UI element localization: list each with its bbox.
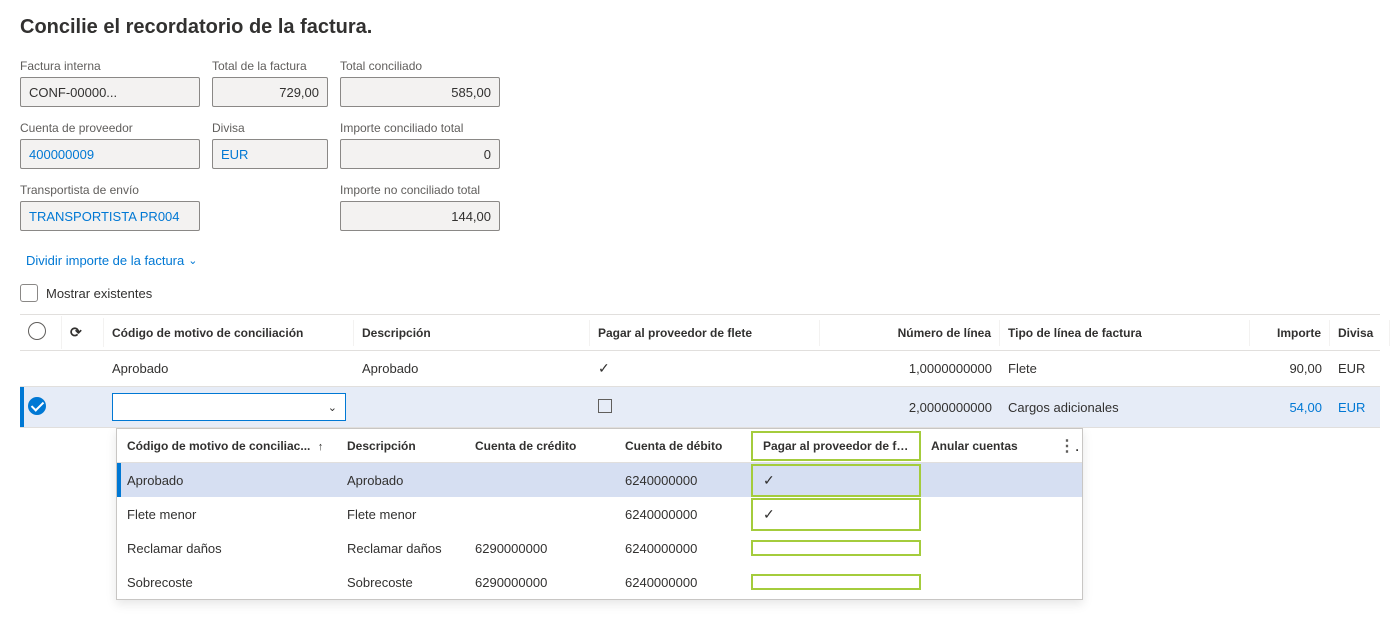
carrier-label: Transportista de envío [20, 183, 200, 197]
popup-col-pay-freight[interactable]: Pagar al proveedor de flete [751, 431, 921, 461]
popup-cell-debit: 6240000000 [615, 501, 751, 528]
col-amount[interactable]: Importe [1250, 320, 1330, 346]
cell-line-number: 1,0000000000 [820, 355, 1000, 382]
cell-amount[interactable]: 54,00 [1250, 394, 1330, 421]
popup-cell-reason-code: Reclamar daños [117, 535, 337, 562]
select-all-radio[interactable] [28, 322, 46, 340]
popup-cell-description: Sobrecoste [337, 569, 465, 596]
popup-cell-debit: 6240000000 [615, 535, 751, 562]
currency-input[interactable]: EUR [212, 139, 328, 169]
popup-col-override[interactable]: Anular cuentas [921, 433, 1049, 459]
header-form: Factura interna CONF-00000... Total de l… [20, 59, 1380, 231]
show-existing-label: Mostrar existentes [46, 286, 152, 301]
split-invoice-link[interactable]: Dividir importe de la factura ⌄ [26, 253, 197, 268]
unreconciled-amount-label: Importe no conciliado total [340, 183, 500, 197]
vendor-account-label: Cuenta de proveedor [20, 121, 200, 135]
split-invoice-label: Dividir importe de la factura [26, 253, 184, 268]
invoice-total-label: Total de la factura [212, 59, 328, 73]
popup-cell-reason-code: Aprobado [117, 467, 337, 494]
popup-row[interactable]: Sobrecoste Sobrecoste 6290000000 6240000… [117, 565, 1082, 599]
popup-row[interactable]: Reclamar daños Reclamar daños 6290000000… [117, 531, 1082, 565]
chevron-down-icon: ⌄ [328, 401, 337, 414]
check-icon: ✓ [598, 360, 610, 376]
cell-description: Aprobado [354, 355, 590, 382]
cell-currency[interactable]: EUR [1330, 394, 1390, 421]
refresh-icon[interactable]: ⟳ [70, 324, 82, 341]
reason-code-dropdown: Código de motivo de conciliac... ↑ Descr… [116, 428, 1083, 600]
reconciled-amount-input[interactable]: 0 [340, 139, 500, 169]
popup-cell-debit: 6240000000 [615, 569, 751, 596]
popup-cell-pay-freight [751, 540, 921, 556]
vendor-account-input[interactable]: 400000009 [20, 139, 200, 169]
reconciled-total-input[interactable]: 585,00 [340, 77, 500, 107]
cell-line-type: Cargos adicionales [1000, 394, 1250, 421]
col-line-type[interactable]: Tipo de línea de factura [1000, 320, 1250, 346]
popup-cell-credit [465, 474, 615, 486]
popup-col-debit[interactable]: Cuenta de débito [615, 433, 751, 459]
popup-cell-pay-freight: ✓ [751, 498, 921, 531]
reconciled-amount-label: Importe conciliado total [340, 121, 500, 135]
show-existing-checkbox[interactable] [20, 284, 38, 302]
internal-invoice-label: Factura interna [20, 59, 200, 73]
popup-cell-description: Reclamar daños [337, 535, 465, 562]
popup-cell-pay-freight: ✓ [751, 464, 921, 497]
popup-cell-override [921, 474, 1049, 486]
popup-cell-credit: 6290000000 [465, 569, 615, 596]
popup-cell-credit [465, 508, 615, 520]
carrier-input[interactable]: TRANSPORTISTA PR004 [20, 201, 200, 231]
col-reason-code[interactable]: Código de motivo de conciliación [104, 320, 354, 346]
popup-cell-credit: 6290000000 [465, 535, 615, 562]
page-title: Concilie el recordatorio de la factura. [20, 16, 1380, 39]
popup-col-description[interactable]: Descripción [337, 433, 465, 459]
reason-code-combo[interactable]: ⌄ [112, 393, 346, 421]
cell-line-type: Flete [1000, 355, 1250, 382]
more-options-icon[interactable]: ⋮ [1059, 438, 1079, 455]
popup-cell-reason-code: Sobrecoste [117, 569, 337, 596]
table-row[interactable]: ⌄ 2,0000000000 Cargos adicionales 54,00 … [20, 387, 1380, 428]
col-pay-freight[interactable]: Pagar al proveedor de flete [590, 320, 820, 346]
popup-col-credit[interactable]: Cuenta de crédito [465, 433, 615, 459]
popup-cell-description: Aprobado [337, 467, 465, 494]
popup-row[interactable]: Aprobado Aprobado 6240000000 ✓ [117, 463, 1082, 497]
invoice-total-input[interactable]: 729,00 [212, 77, 328, 107]
unreconciled-amount-input[interactable]: 144,00 [340, 201, 500, 231]
popup-cell-override [921, 576, 1049, 588]
col-line-number[interactable]: Número de línea [820, 320, 1000, 346]
popup-cell-description: Flete menor [337, 501, 465, 528]
reconciled-total-label: Total conciliado [340, 59, 500, 73]
table-row[interactable]: Aprobado Aprobado ✓ 1,0000000000 Flete 9… [20, 351, 1380, 387]
reconciliation-grid: ⟳ Código de motivo de conciliación Descr… [20, 314, 1380, 428]
currency-label: Divisa [212, 121, 328, 135]
sort-asc-icon: ↑ [318, 441, 324, 453]
cell-reason-code: Aprobado [104, 355, 354, 382]
check-icon: ✓ [763, 506, 775, 522]
col-description[interactable]: Descripción [354, 320, 590, 346]
col-currency[interactable]: Divisa [1330, 320, 1390, 346]
popup-cell-override [921, 508, 1049, 520]
popup-col-reason-code[interactable]: Código de motivo de conciliac... ↑ [117, 433, 337, 459]
popup-cell-debit: 6240000000 [615, 467, 751, 494]
popup-row[interactable]: Flete menor Flete menor 6240000000 ✓ [117, 497, 1082, 531]
row-select-radio[interactable] [28, 397, 46, 415]
popup-col-reason-code-label: Código de motivo de conciliac... [127, 439, 310, 453]
popup-cell-override [921, 542, 1049, 554]
chevron-down-icon: ⌄ [188, 254, 197, 267]
cell-amount: 90,00 [1250, 355, 1330, 382]
popup-cell-pay-freight [751, 574, 921, 590]
check-icon: ✓ [763, 472, 775, 488]
internal-invoice-input[interactable]: CONF-00000... [20, 77, 200, 107]
pay-freight-checkbox[interactable] [598, 399, 612, 413]
cell-currency: EUR [1330, 355, 1390, 382]
cell-description [354, 401, 590, 413]
cell-line-number: 2,0000000000 [820, 394, 1000, 421]
popup-cell-reason-code: Flete menor [117, 501, 337, 528]
